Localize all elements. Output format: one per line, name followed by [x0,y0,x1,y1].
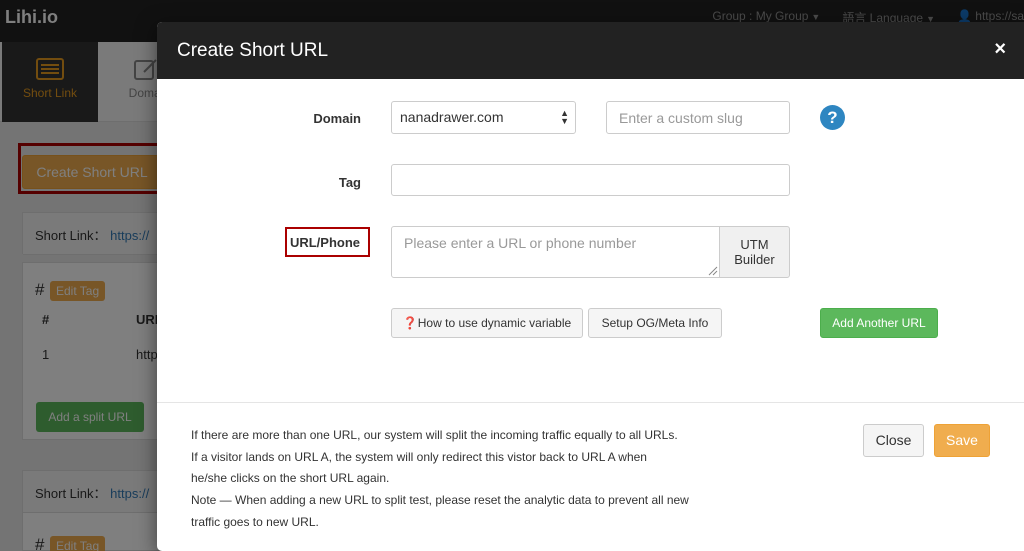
split-test-notice: If there are more than one URL, our syst… [191,425,751,534]
tag-input[interactable] [391,164,790,196]
modal-header: Create Short URL × [157,22,1024,79]
tag-label: Tag [338,175,361,190]
notice-line: If there are more than one URL, our syst… [191,428,678,442]
dynamic-variable-label: How to use dynamic variable [417,316,572,330]
notice-line: If a visitor lands on URL A, the system … [191,449,647,464]
save-button[interactable]: Save [934,424,990,457]
domain-label: Domain [313,111,361,126]
notice-line: traffic goes to new URL. [191,514,319,529]
utm-builder-button[interactable]: UTM Builder [719,226,790,278]
url-phone-input[interactable] [391,226,720,278]
close-button[interactable]: Close [863,424,924,457]
create-short-url-modal: Create Short URL × Domain nanadrawer.com… [157,22,1024,551]
modal-title: Create Short URL [177,40,329,61]
setup-og-meta-button[interactable]: Setup OG/Meta Info [588,308,722,338]
notice-line: he/she clicks on the short URL again. [191,471,390,486]
select-arrows-icon: ▲ ▼ [560,108,569,126]
custom-slug-input[interactable] [606,101,790,134]
close-icon[interactable]: × [994,38,1006,61]
url-phone-label: URL/Phone [289,235,361,250]
domain-selected-value: nanadrawer.com [400,109,504,125]
modal-footer: If there are more than one URL, our syst… [157,402,1024,551]
utm-label-line2: Builder [734,252,775,267]
resize-grip-icon[interactable] [708,266,718,276]
help-icon[interactable]: ? [820,105,845,130]
dynamic-variable-help-button[interactable]: ❓How to use dynamic variable [391,308,583,338]
question-circle-icon: ❓ [402,316,418,330]
notice-line: Note — When adding a new URL to split te… [191,493,689,508]
add-another-url-button[interactable]: Add Another URL [820,308,938,338]
utm-label-line1: UTM [740,237,769,252]
domain-select[interactable]: nanadrawer.com ▲ ▼ [391,101,576,134]
